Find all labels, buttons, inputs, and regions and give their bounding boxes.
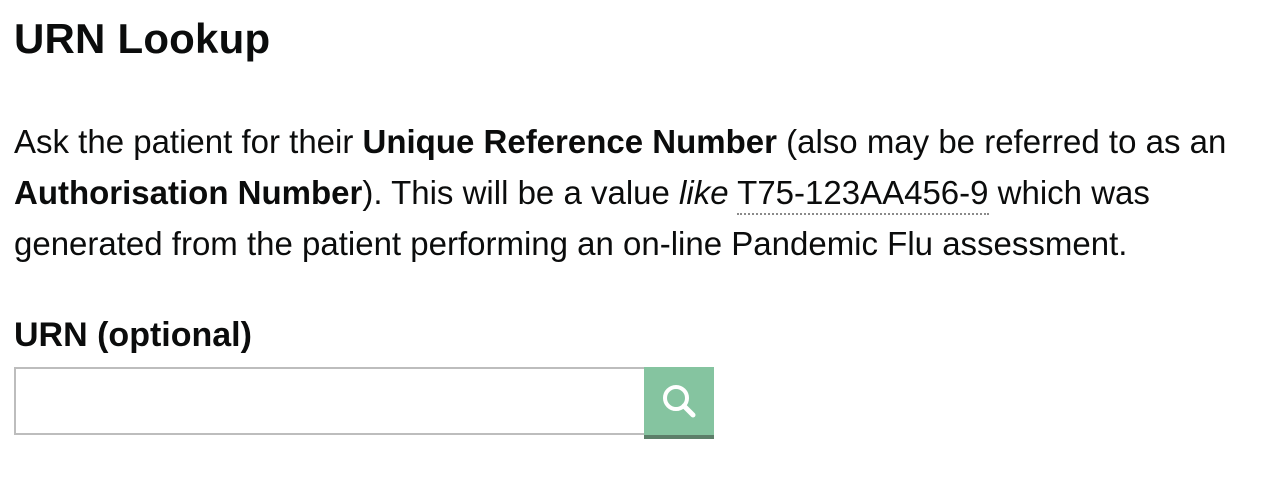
example-urn: T75-123AA456-9 (737, 174, 989, 215)
intro-strong-authorisation: Authorisation Number (14, 174, 363, 211)
intro-like: like (679, 174, 729, 211)
search-button[interactable] (644, 367, 714, 439)
intro-strong-urn: Unique Reference Number (362, 123, 777, 160)
page-title: URN Lookup (14, 15, 271, 62)
intro-paragraph: Ask the patient for their Unique Referen… (14, 116, 1264, 269)
urn-search-group (14, 367, 1256, 439)
search-icon (663, 385, 696, 418)
urn-label: URN (optional) (14, 316, 252, 354)
page: URN Lookup Ask the patient for their Uni… (0, 0, 1270, 502)
urn-input[interactable] (14, 367, 644, 435)
intro-text-1: Ask the patient for their (14, 123, 363, 160)
intro-text-3: ). This will be a value (362, 174, 680, 211)
intro-space (729, 174, 738, 211)
intro-text-2: (also may be referred to as an (776, 123, 1227, 160)
